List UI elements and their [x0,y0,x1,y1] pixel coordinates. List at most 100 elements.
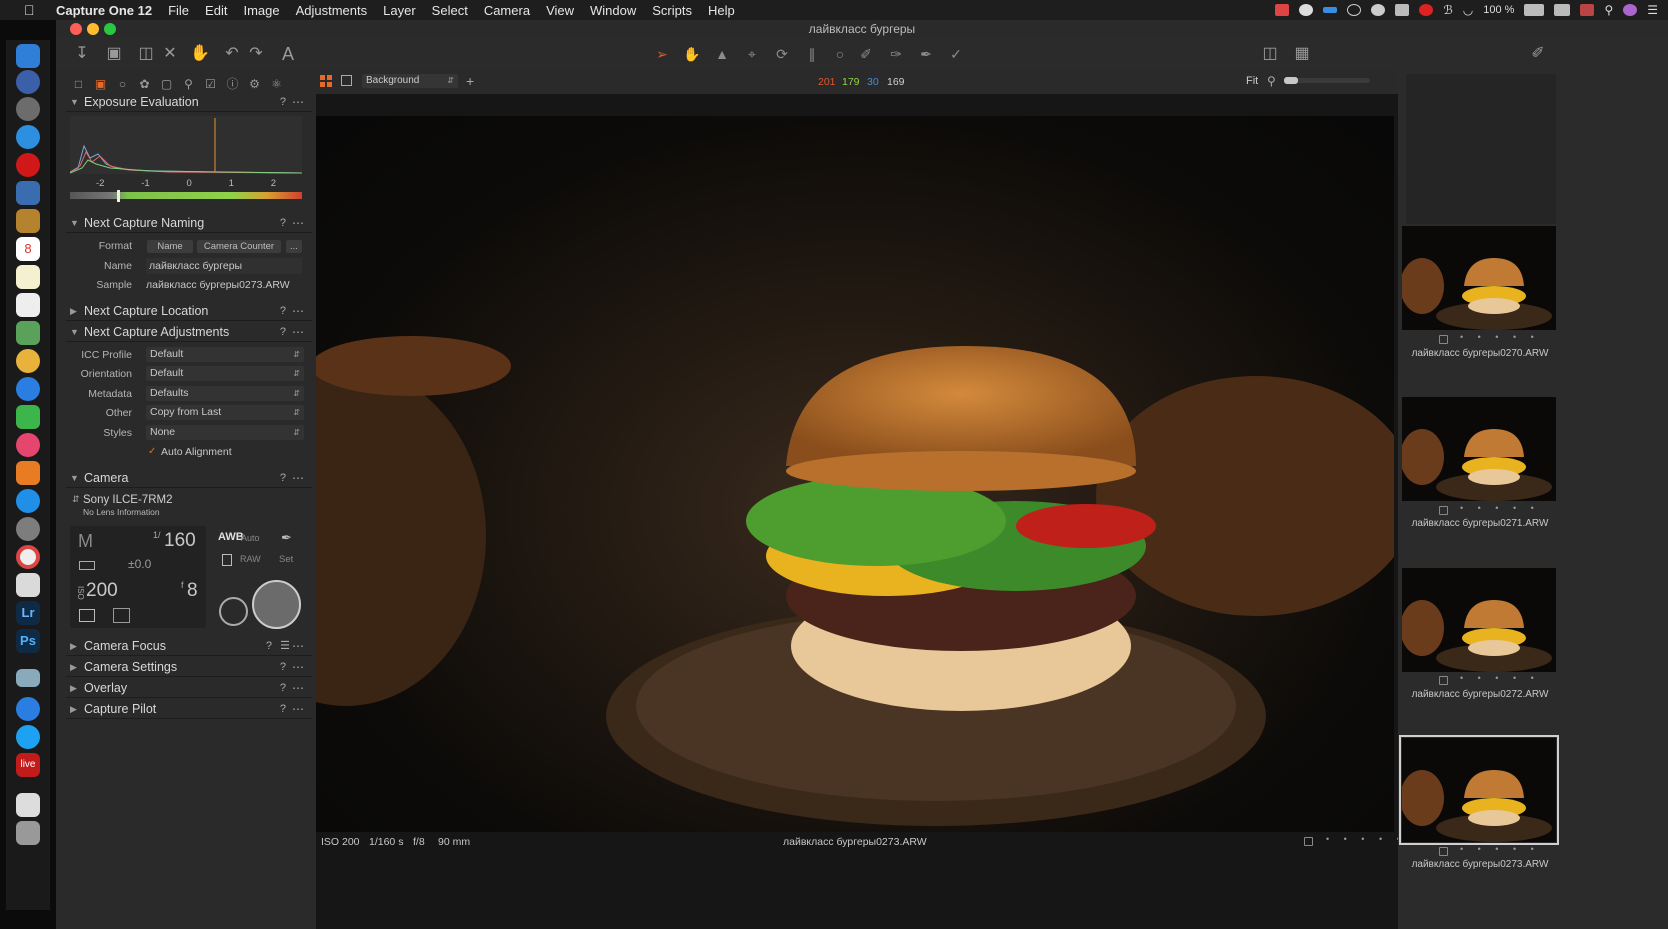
notification-center-icon[interactable]: ☰ [1647,3,1658,17]
other-select[interactable]: Copy from Last ⇵ [146,405,304,420]
menu-extra-icon[interactable] [1323,7,1338,13]
help-icon[interactable]: ? [280,468,286,488]
wifi-icon[interactable]: ◡ [1463,3,1473,17]
menu-edit[interactable]: Edit [205,3,227,18]
single-view-icon[interactable] [341,75,352,86]
rotate-icon[interactable]: ⟳ [772,45,792,63]
calendar-icon[interactable]: 8 [16,237,40,261]
aperture-value[interactable]: 8 [187,580,198,602]
document-icon[interactable] [16,793,40,817]
app-menu[interactable]: Capture One 12 [56,3,152,18]
name-input[interactable]: лайвкласс бургеры [146,258,302,274]
exposure-tab-icon[interactable]: ▢ [158,77,175,92]
metering-icon[interactable] [113,608,130,623]
more-icon[interactable]: ⋯ [292,678,304,698]
airplay-icon[interactable] [1554,4,1571,16]
pan-icon[interactable]: ✋ [682,45,702,63]
details-tab-icon[interactable]: ⚲ [180,77,197,92]
help-icon[interactable]: ? [280,92,286,112]
more-icon[interactable]: ⋯ [292,636,304,656]
capture-button[interactable] [252,580,301,629]
format-options-button[interactable]: ... [286,240,302,253]
tweet-icon[interactable] [16,725,40,749]
list-icon[interactable]: ☰ [280,636,290,656]
main-photo[interactable] [316,116,1394,832]
hand-icon[interactable]: ✋ [190,45,210,63]
thumbnail-checkbox[interactable] [1439,847,1448,856]
color-tab-icon[interactable]: ✿ [136,77,153,92]
eyedropper-icon[interactable]: ✒ [281,530,292,546]
drive-mode-icon[interactable] [79,609,95,622]
opera-icon[interactable] [16,153,40,177]
zoom-window-button[interactable] [104,23,116,35]
gradient-icon[interactable]: ✓ [946,45,966,63]
exposure-mode[interactable]: M [78,531,93,552]
record-icon[interactable] [1299,4,1314,16]
spotlight-icon[interactable]: ⚲ [1604,3,1613,17]
thumbnail-checkbox[interactable] [1439,335,1448,344]
trash-icon[interactable] [16,821,40,845]
info-icon[interactable] [16,697,40,721]
icc-profile-select[interactable]: Default ⇵ [146,347,304,362]
add-layer-icon[interactable]: + [466,73,474,89]
text-tool-icon[interactable]: A [278,45,298,63]
metadata-select[interactable]: Defaults ⇵ [146,386,304,401]
notes-book-icon[interactable] [16,209,40,233]
bluetooth-icon[interactable]: ℬ [1443,3,1452,17]
help-icon[interactable]: ? [280,213,286,233]
variant-select[interactable]: Background ⇵ [362,74,458,88]
camera-focus-header[interactable]: ▶ Camera Focus ? ☰ ⋯ [66,636,312,656]
zoom-icon[interactable]: ⚲ [1267,74,1276,88]
batch-tab-icon[interactable]: ⚛ [268,77,285,92]
downloads-icon[interactable] [16,669,40,687]
keystone-icon[interactable]: ∥ [802,45,822,63]
menu-file[interactable]: File [168,3,189,18]
zoom-slider-knob[interactable] [1284,77,1298,84]
reminders-icon[interactable] [16,293,40,317]
undo-icon[interactable]: ↶ [222,45,242,63]
output-tab-icon[interactable]: ⚙ [246,77,263,92]
spot-removal-icon[interactable]: ○ [830,45,850,63]
redo-icon[interactable]: ↷ [246,45,266,63]
loupe-icon[interactable]: ▲ [712,45,732,63]
format-token-counter[interactable]: Camera Counter [197,240,281,253]
adjustments-tab-icon[interactable]: ☑ [202,77,219,92]
crop-icon[interactable]: ⌖ [742,45,762,63]
facetime-icon[interactable] [16,405,40,429]
menu-help[interactable]: Help [708,3,735,18]
maps-icon[interactable] [16,321,40,345]
lightroom-icon[interactable]: Lr [16,601,40,625]
shutter-speed[interactable]: 160 [164,530,196,552]
camera-header[interactable]: ▼ Camera ? ⋯ [66,468,312,488]
minimize-window-button[interactable] [87,23,99,35]
select-checkbox[interactable] [1304,837,1313,846]
live-view-button[interactable] [219,597,248,626]
menu-select[interactable]: Select [432,3,468,18]
white-balance[interactable]: AWB [218,531,244,543]
more-icon[interactable]: ⋯ [292,301,304,321]
thumbnail-rating[interactable]: • • • • • [1460,332,1540,342]
notes-icon[interactable] [16,265,40,289]
photoshop-icon[interactable]: Ps [16,629,40,653]
safari-icon[interactable] [16,125,40,149]
chrome-icon[interactable] [16,545,40,569]
flag-icon[interactable] [1580,4,1595,16]
books-icon[interactable] [16,461,40,485]
help-icon[interactable]: ? [280,657,286,677]
camera-settings-header[interactable]: ▶ Camera Settings ? ⋯ [66,657,312,677]
thumbnail[interactable] [1402,397,1556,501]
next-capture-naming-header[interactable]: ▼ Next Capture Naming ? ⋯ [66,213,312,233]
picker-icon[interactable]: ✐ [856,45,876,63]
thumbnail[interactable] [1402,568,1556,672]
live-app-icon[interactable]: live [16,753,40,777]
file-format[interactable]: RAW [240,554,261,564]
select-cursor-icon[interactable]: ➢ [652,45,672,63]
overlay-header[interactable]: ▶ Overlay ? ⋯ [66,678,312,698]
finder-icon[interactable] [16,44,40,68]
photos-icon[interactable] [16,349,40,373]
rating-stars[interactable]: • • • • • [1326,834,1406,844]
siri-icon[interactable] [1623,4,1638,16]
brush-icon[interactable]: ✑ [886,45,906,63]
thumbnail-selected[interactable] [1399,735,1559,845]
delete-icon[interactable]: ✕ [160,45,180,63]
